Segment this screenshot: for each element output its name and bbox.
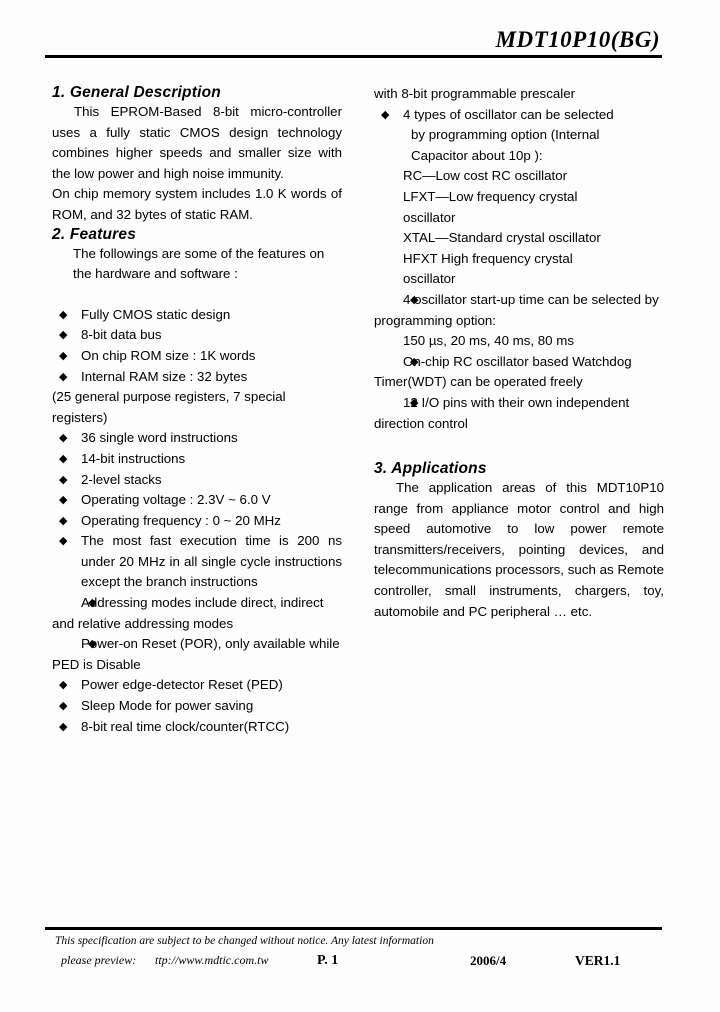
right-column: with 8-bit programmable prescaler ◆ 4 typ…: [374, 84, 664, 622]
feature-item: ◆ Sleep Mode for power saving: [52, 696, 342, 717]
footer-disclaimer: This specification are subject to be cha…: [55, 935, 434, 947]
feature-item: ◆ 14-bit instructions: [52, 449, 342, 470]
applications-paragraph: The application areas of this MDT10P10 r…: [374, 480, 664, 619]
prescaler-continuation: with 8-bit programmable prescaler: [374, 86, 576, 101]
features-intro: The followings are some of the features …: [73, 245, 325, 282]
diamond-bullet-icon: ◆: [59, 494, 68, 507]
left-column: 1. General Description This EPROM-Based …: [52, 84, 342, 737]
feature-item-label: The most fast execution time is 200 ns u…: [81, 533, 342, 590]
diamond-bullet-icon: ◆: [59, 308, 68, 321]
feature-item-label: Operating voltage : 2.3V ~ 6.0 V: [81, 492, 271, 508]
feature-item-execution-time: ◆ The most fast execution time is 200 ns …: [52, 531, 342, 593]
oscillator-detail-block: by programming option (Internal Capacito…: [374, 125, 664, 290]
section-heading-features: 2. Features: [52, 225, 137, 243]
feature-item: ◆ 8-bit data bus: [52, 325, 342, 346]
feature-item: ◆ Fully CMOS static design: [52, 305, 342, 326]
diamond-bullet-icon: ◆: [410, 396, 419, 409]
feature-item: ◆ Operating frequency : 0 ~ 20 MHz: [52, 511, 342, 532]
diamond-bullet-icon: ◆: [59, 720, 68, 733]
feature-item-watchdog: ◆ On-chip RC oscillator based Watchdog Ti…: [374, 352, 664, 393]
diamond-bullet-icon: ◆: [410, 355, 419, 368]
datasheet-page: MDT10P10(BG) 1. General Description This…: [0, 0, 720, 1012]
diamond-bullet-icon: ◆: [59, 329, 68, 342]
header-rule: [45, 55, 662, 59]
feature-item-oscillator-types: ◆ 4 types of oscillator can be selected: [374, 105, 664, 126]
general-description-paragraph-2: On chip memory system includes 1.0 K wor…: [52, 186, 342, 222]
feature-item: ◆ 36 single word instructions: [52, 428, 342, 449]
feature-item-power-on-reset: ◆ Power-on Reset (POR), only available wh…: [52, 634, 342, 675]
diamond-bullet-icon: ◆: [59, 700, 68, 713]
oscillator-type-lfxt: LFXT—Low frequency crystal: [403, 188, 578, 204]
diamond-bullet-icon: ◆: [88, 638, 97, 651]
footer-date: 2006/4: [470, 953, 507, 968]
feature-item: ◆ Operating voltage : 2.3V ~ 6.0 V: [52, 490, 342, 511]
feature-item-label: 8-bit data bus: [81, 327, 162, 343]
feature-item-label: Sleep Mode for power saving: [81, 698, 254, 714]
page-header: MDT10P10(BG): [45, 27, 662, 59]
feature-item-label: 14-bit instructions: [81, 450, 186, 466]
oscillator-line-3: Capacitor about 10p ):: [411, 147, 543, 163]
diamond-bullet-icon: ◆: [59, 349, 68, 362]
page-footer: This specification are subject to be cha…: [45, 927, 662, 975]
feature-item-label: 36 single word instructions: [81, 430, 238, 446]
footer-rule: [45, 927, 662, 930]
feature-item-io-pins: ◆ 12 I/O pins with their own independent …: [374, 393, 664, 434]
oscillator-type-hfxt-cont: oscillator: [403, 271, 456, 287]
part-number-title: MDT10P10(BG): [495, 27, 660, 52]
feature-item-label: 2-level stacks: [81, 471, 162, 487]
diamond-bullet-icon: ◆: [59, 432, 68, 445]
diamond-bullet-icon: ◆: [59, 679, 68, 692]
oscillator-type-rc: RC—Low cost RC oscillator: [403, 168, 568, 184]
footer-version: VER1.1: [575, 953, 621, 968]
feature-item: ◆ On chip ROM size : 1K words: [52, 346, 342, 367]
feature-item-startup-time: ◆ 4 oscillator start-up time can be selec…: [374, 290, 664, 331]
feature-item: ◆ Internal RAM size : 32 bytes: [52, 367, 342, 388]
section-heading-general-description: 1. General Description: [52, 84, 221, 101]
feature-item-label: Fully CMOS static design: [81, 306, 231, 322]
diamond-bullet-icon: ◆: [59, 452, 68, 465]
feature-item-label: On chip ROM size : 1K words: [81, 347, 256, 363]
general-description-paragraph-1: This EPROM-Based 8-bit micro-controller …: [52, 104, 342, 181]
footer-info-row: please preview: ttp://www.mdtic.com.tw P…: [45, 953, 662, 975]
section-heading-applications: 3. Applications: [374, 460, 487, 478]
oscillator-line-1: 4 types of oscillator can be selected: [403, 106, 614, 122]
diamond-bullet-icon: ◆: [59, 535, 68, 548]
diamond-bullet-icon: ◆: [59, 514, 68, 527]
oscillator-type-xtal: XTAL—Standard crystal oscillator: [403, 230, 601, 246]
feature-item-label: Internal RAM size : 32 bytes: [81, 368, 248, 384]
feature-item: ◆ Power edge-detector Reset (PED): [52, 675, 342, 696]
feature-item-addressing-modes: ◆ Addressing modes include direct, indire…: [52, 593, 342, 634]
startup-time-values: 150 µs, 20 ms, 40 ms, 80 ms: [403, 333, 574, 349]
feature-item-label: Operating frequency : 0 ~ 20 MHz: [81, 512, 281, 528]
oscillator-type-hfxt: HFXT High frequency crystal: [403, 250, 573, 266]
diamond-bullet-icon: ◆: [59, 473, 68, 486]
diamond-bullet-icon: ◆: [410, 293, 419, 306]
oscillator-line-2: by programming option (Internal: [411, 127, 600, 143]
body-columns: 1. General Description This EPROM-Based …: [0, 84, 720, 924]
feature-item: ◆ 2-level stacks: [52, 470, 342, 491]
footer-preview-label: please preview:: [61, 953, 137, 967]
diamond-bullet-icon: ◆: [381, 108, 390, 121]
feature-item-label: 8-bit real time clock/counter(RTCC): [81, 718, 290, 734]
footer-url[interactable]: ttp://www.mdtic.com.tw: [155, 953, 268, 968]
footer-page-number: P. 1: [317, 953, 339, 968]
feature-item: ◆ 8-bit real time clock/counter(RTCC): [52, 717, 342, 738]
registers-note: (25 general purpose registers, 7 special…: [52, 389, 286, 425]
diamond-bullet-icon: ◆: [88, 597, 97, 610]
feature-item-label: Power edge-detector Reset (PED): [81, 677, 283, 693]
diamond-bullet-icon: ◆: [59, 370, 68, 383]
oscillator-type-lfxt-cont: oscillator: [403, 209, 456, 225]
